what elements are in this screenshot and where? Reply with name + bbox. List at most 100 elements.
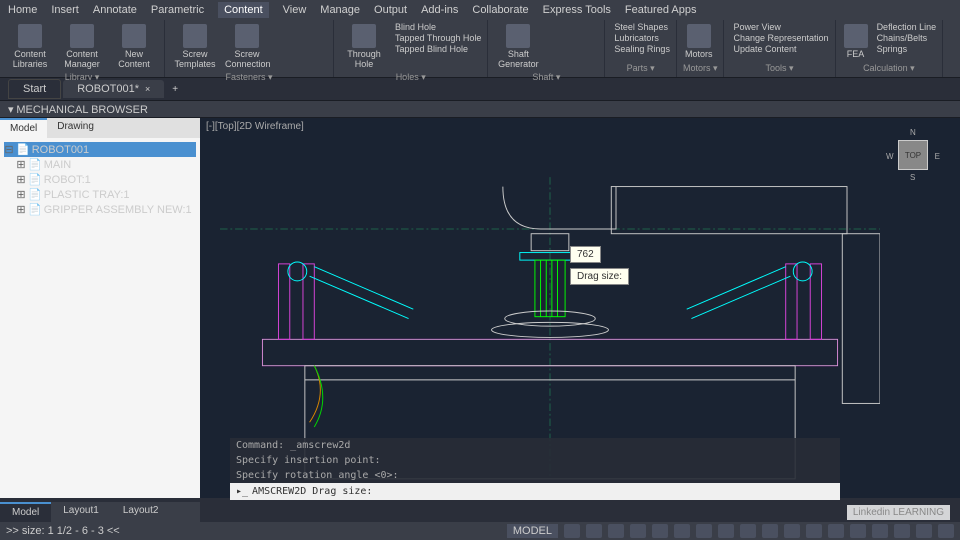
status-snap-button[interactable] (586, 524, 602, 538)
expand-icon[interactable]: ⊞ (16, 173, 26, 186)
status-annotation-button[interactable] (762, 524, 778, 538)
status-quickprops-button[interactable] (850, 524, 866, 538)
menu-output[interactable]: Output (374, 4, 407, 16)
status-units-button[interactable] (828, 524, 844, 538)
layout-tab-layout1[interactable]: Layout1 (51, 502, 111, 522)
chains-belts-button[interactable]: Chains/Belts (874, 33, 937, 43)
content-manager-button[interactable]: Content Manager (58, 22, 106, 71)
ribbon-group-label[interactable]: Shaft ▾ (494, 71, 598, 84)
tree-item[interactable]: ⊞📄ROBOT:1 (4, 172, 196, 187)
tapped-blind-hole-button[interactable]: Tapped Blind Hole (392, 44, 481, 54)
menu-express-tools[interactable]: Express Tools (543, 4, 611, 16)
browser-tabs: ModelDrawing (0, 118, 200, 138)
chevron-down-icon[interactable]: ▾ (8, 104, 14, 116)
browser-tab-model[interactable]: Model (0, 118, 47, 138)
status-size: >> size: 1 1/2 - 6 - 3 << (6, 525, 120, 537)
new-content-button[interactable]: New Content (110, 22, 158, 71)
power-view-button[interactable]: Power View (730, 22, 828, 32)
status-isolate-button[interactable] (872, 524, 888, 538)
status-workspace-button[interactable] (784, 524, 800, 538)
blind-hole-button[interactable]: Blind Hole (392, 22, 481, 32)
viewcube-face[interactable]: TOP (898, 140, 928, 170)
motors-button[interactable]: Motors (683, 22, 715, 61)
view-cube[interactable]: N E S W TOP (886, 128, 940, 182)
status-hardware-button[interactable] (894, 524, 910, 538)
tree-item[interactable]: ⊞📄MAIN (4, 157, 196, 172)
menu-manage[interactable]: Manage (320, 4, 360, 16)
menu-annotate[interactable]: Annotate (93, 4, 137, 16)
through-hole-button[interactable]: Through Hole (340, 22, 388, 71)
layout-tab-model[interactable]: Model (0, 502, 51, 522)
menu-add-ins[interactable]: Add-ins (421, 4, 458, 16)
ribbon-group-parts: Steel ShapesLubricatorsSealing Rings Part… (605, 20, 677, 77)
menu-featured-apps[interactable]: Featured Apps (625, 4, 697, 16)
expand-icon[interactable]: ⊞ (16, 188, 26, 201)
mechanical-browser: ModelDrawing ⊟📄ROBOT001⊞📄MAIN⊞📄ROBOT:1⊞📄… (0, 118, 200, 498)
status-ortho-button[interactable] (608, 524, 624, 538)
tab-active-doc[interactable]: ROBOT001*× (63, 80, 164, 98)
status-cycling-button[interactable] (740, 524, 756, 538)
status-otrack-button[interactable] (674, 524, 690, 538)
ribbon-group-label[interactable]: Tools ▾ (730, 62, 828, 75)
fea-button[interactable]: FEA (842, 22, 870, 61)
springs-button[interactable]: Springs (874, 44, 937, 54)
shaft-generator-button[interactable]: Shaft Generator (494, 22, 542, 71)
menu-home[interactable]: Home (8, 4, 37, 16)
update-content-button[interactable]: Update Content (730, 44, 828, 54)
model-tree: ⊟📄ROBOT001⊞📄MAIN⊞📄ROBOT:1⊞📄PLASTIC TRAY:… (0, 138, 200, 498)
ribbon-group-fasteners: Screw TemplatesScrew ConnectionFasteners… (165, 20, 334, 77)
deflection-line-button[interactable]: Deflection Line (874, 22, 937, 32)
ribbon-group-shaft: Shaft GeneratorShaft ▾ (488, 20, 605, 77)
add-tab-button[interactable]: + (166, 81, 184, 98)
ribbon-group-label[interactable]: Holes ▾ (340, 71, 481, 84)
status-grid-button[interactable] (564, 524, 580, 538)
status-osnap-button[interactable] (652, 524, 668, 538)
menu-parametric[interactable]: Parametric (151, 4, 204, 16)
screw-connection-button[interactable]: Screw Connection (223, 22, 271, 71)
ribbon-group-library: Content LibrariesContent ManagerNew Cont… (0, 20, 165, 77)
layout-tabs: ModelLayout1Layout2 (0, 502, 200, 522)
steel-shapes-button[interactable]: Steel Shapes (611, 22, 670, 32)
sealing-rings-button[interactable]: Sealing Rings (611, 44, 670, 54)
ribbon-group-label[interactable]: Parts ▾ (611, 62, 670, 75)
status-customize-button[interactable] (938, 524, 954, 538)
ribbon-group-calculation: FEA Deflection LineChains/BeltsSprings Cal… (836, 20, 944, 77)
ribbon-group-label[interactable]: Motors ▾ (683, 62, 718, 75)
lubricators-button[interactable]: Lubricators (611, 33, 670, 43)
tab-start[interactable]: Start (8, 79, 61, 99)
status-transparency-button[interactable] (718, 524, 734, 538)
layout-tab-layout2[interactable]: Layout2 (111, 502, 171, 522)
menu-collaborate[interactable]: Collaborate (472, 4, 528, 16)
tapped-through-hole-button[interactable]: Tapped Through Hole (392, 33, 481, 43)
content-libraries-button[interactable]: Content Libraries (6, 22, 54, 71)
change-representation-button[interactable]: Change Representation (730, 33, 828, 43)
measure-tooltip: 762 (570, 246, 601, 263)
browser-tab-drawing[interactable]: Drawing (47, 118, 104, 138)
command-history-line: Command: _amscrew2d (230, 438, 840, 453)
view-label[interactable]: [-][Top][2D Wireframe] (206, 121, 304, 132)
ribbon-group-label[interactable]: Calculation ▾ (842, 62, 937, 75)
menubar: Home Insert Annotate Parametric Content View M… (0, 0, 960, 20)
expand-icon[interactable]: ⊞ (16, 158, 26, 171)
tree-item[interactable]: ⊞📄PLASTIC TRAY:1 (4, 187, 196, 202)
menu-view[interactable]: View (283, 4, 307, 16)
prompt-icon: ▸_ (236, 486, 248, 497)
status-model[interactable]: MODEL (507, 524, 558, 538)
expand-icon[interactable]: ⊞ (16, 203, 26, 216)
ribbon-group-label[interactable]: Fasteners ▾ (171, 71, 327, 84)
status-monitor-button[interactable] (806, 524, 822, 538)
status-bar: >> size: 1 1/2 - 6 - 3 << MODEL (0, 522, 960, 540)
command-input[interactable]: ▸_ AMSCREW2D Drag size: (230, 483, 840, 500)
status-cleanscreen-button[interactable] (916, 524, 932, 538)
status-lweight-button[interactable] (696, 524, 712, 538)
tree-item[interactable]: ⊟📄ROBOT001 (4, 142, 196, 157)
close-icon[interactable]: × (145, 84, 150, 94)
tree-item[interactable]: ⊞📄GRIPPER ASSEMBLY NEW:1 (4, 202, 196, 217)
expand-icon[interactable]: ⊟ (4, 143, 14, 156)
dragsize-tooltip: Drag size: (570, 268, 629, 285)
status-polar-button[interactable] (630, 524, 646, 538)
screw-templates-button[interactable]: Screw Templates (171, 22, 219, 71)
ribbon-group-motors: MotorsMotors ▾ (677, 20, 725, 77)
menu-content[interactable]: Content (218, 2, 269, 18)
menu-insert[interactable]: Insert (51, 4, 79, 16)
